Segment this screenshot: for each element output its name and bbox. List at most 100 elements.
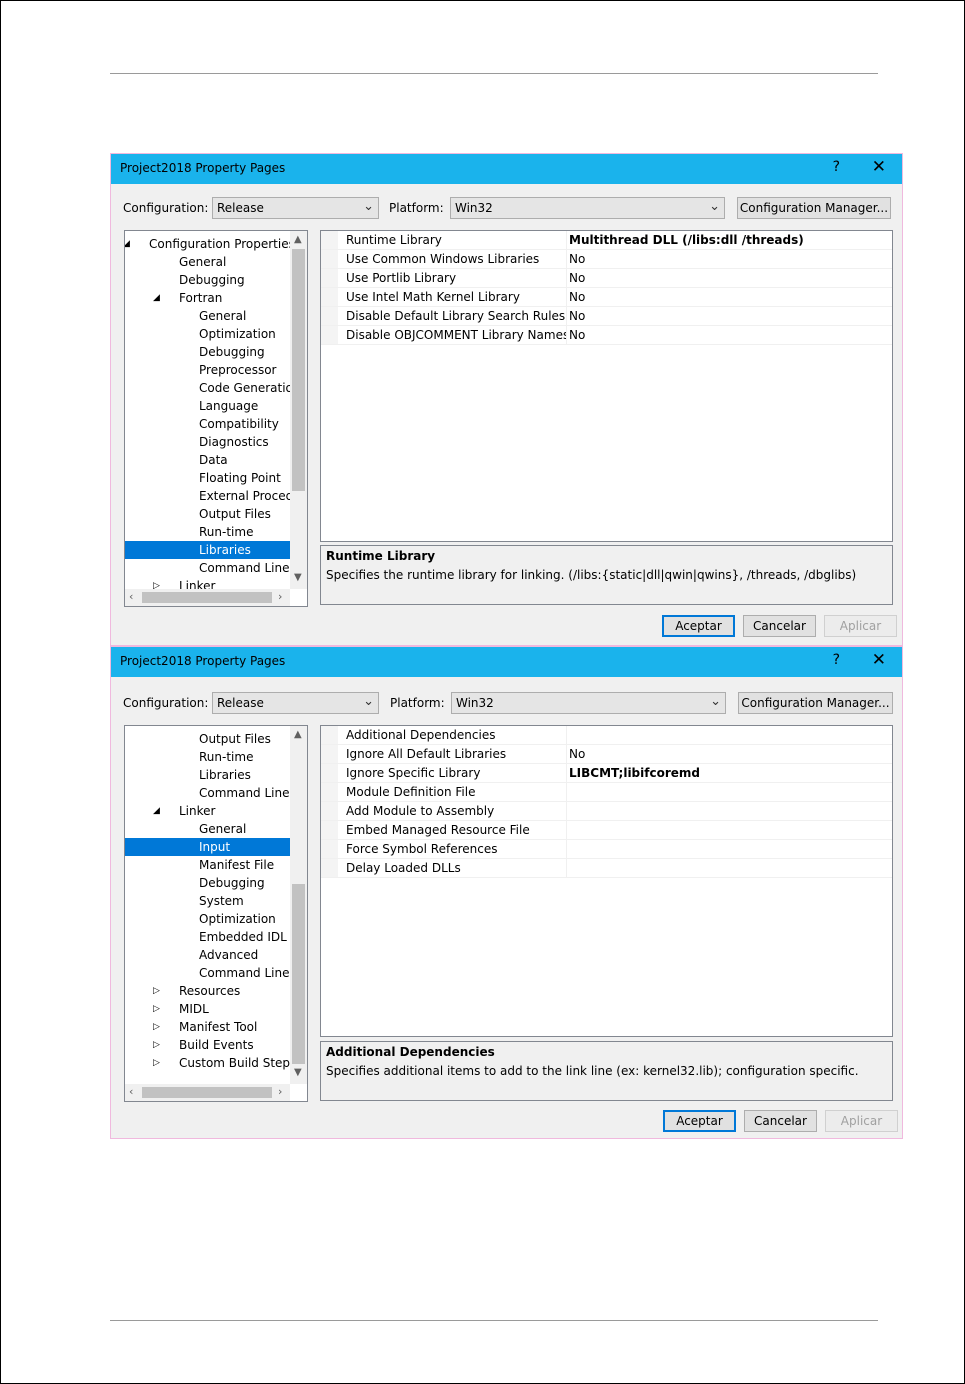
description-text: Specifies the runtime library for linkin… xyxy=(326,568,857,582)
footer-rule xyxy=(110,1320,878,1321)
tree-item-label: General xyxy=(199,822,247,836)
property-row[interactable]: Additional Dependencies xyxy=(321,726,892,745)
property-name: Module Definition File xyxy=(346,785,476,799)
property-name: Ignore Specific Library xyxy=(346,766,481,780)
property-row[interactable]: Use Intel Math Kernel Library No xyxy=(321,288,892,307)
property-row[interactable]: Module Definition File xyxy=(321,783,892,802)
close-icon[interactable]: ✕ xyxy=(872,650,886,670)
cancel-button[interactable]: Cancelar xyxy=(743,615,816,637)
configuration-select[interactable]: Release ⌄ xyxy=(212,692,379,714)
tree-item-label: Code Generation xyxy=(199,381,301,395)
vertical-scrollbar[interactable]: ▲ ▼ xyxy=(290,726,307,1084)
collapse-arrow-icon[interactable]: ◢ xyxy=(153,289,160,307)
category-tree[interactable]: Output Files Run-time Libraries Command Lin… xyxy=(124,725,308,1102)
scroll-down-icon[interactable]: ▼ xyxy=(294,572,302,583)
apply-button[interactable]: Aplicar xyxy=(824,615,897,637)
scroll-up-icon[interactable]: ▲ xyxy=(294,729,302,740)
scroll-up-icon[interactable]: ▲ xyxy=(294,234,302,245)
chevron-down-icon: ⌄ xyxy=(363,199,374,214)
row-gutter xyxy=(321,288,338,306)
scroll-left-icon[interactable]: ‹ xyxy=(129,590,133,603)
property-grid[interactable]: Runtime Library Multithread DLL (/libs:dl… xyxy=(320,230,893,542)
property-name: Use Portlib Library xyxy=(346,271,457,285)
horizontal-scrollbar[interactable]: ‹ › xyxy=(125,1084,290,1101)
property-row[interactable]: Ignore All Default Libraries No xyxy=(321,745,892,764)
property-row[interactable]: Runtime Library Multithread DLL (/libs:dl… xyxy=(321,231,892,250)
property-row[interactable]: Add Module to Assembly xyxy=(321,802,892,821)
column-divider xyxy=(566,307,567,325)
property-value[interactable]: No xyxy=(569,252,585,266)
property-row[interactable]: Ignore Specific Library LIBCMT;libifcorem… xyxy=(321,764,892,783)
dialog-title: Project2018 Property Pages xyxy=(120,161,286,175)
property-value[interactable]: No xyxy=(569,271,585,285)
expand-arrow-icon[interactable]: ▷ xyxy=(153,1018,160,1036)
row-gutter xyxy=(321,783,338,801)
chevron-down-icon: ⌄ xyxy=(709,199,720,214)
property-row[interactable]: Use Common Windows Libraries No xyxy=(321,250,892,269)
property-value[interactable]: Multithread DLL (/libs:dll /threads) xyxy=(569,233,804,247)
property-value[interactable]: LIBCMT;libifcoremd xyxy=(569,766,700,780)
horizontal-scrollbar[interactable]: ‹ › xyxy=(125,589,290,606)
category-tree[interactable]: ◢ Configuration Properties General Debuggin… xyxy=(124,230,308,607)
tree-item[interactable]: Libraries xyxy=(125,541,290,559)
property-row[interactable]: Disable OBJCOMMENT Library Names in Obje… xyxy=(321,326,892,345)
property-value[interactable]: No xyxy=(569,747,585,761)
scroll-down-icon[interactable]: ▼ xyxy=(294,1067,302,1078)
configuration-manager-button[interactable]: Configuration Manager... xyxy=(737,197,891,219)
property-value[interactable]: No xyxy=(569,290,585,304)
scroll-right-icon[interactable]: › xyxy=(278,1085,282,1098)
expand-arrow-icon[interactable]: ▷ xyxy=(153,982,160,1000)
property-row[interactable]: Embed Managed Resource File xyxy=(321,821,892,840)
help-icon[interactable]: ? xyxy=(833,159,840,175)
row-gutter xyxy=(321,802,338,820)
tree-item-label: Build Events xyxy=(179,1038,254,1052)
tree-item-label: Floating Point xyxy=(199,471,281,485)
property-value[interactable]: No xyxy=(569,309,585,323)
configuration-select[interactable]: Release ⌄ xyxy=(212,197,379,219)
close-icon[interactable]: ✕ xyxy=(872,157,886,177)
scroll-left-icon[interactable]: ‹ xyxy=(129,1085,133,1098)
tree-item-label: Debugging xyxy=(179,273,245,287)
scroll-thumb-horizontal[interactable] xyxy=(142,592,272,603)
configuration-value: Release xyxy=(217,696,264,710)
tree-item-label: Advanced xyxy=(199,948,259,962)
row-gutter xyxy=(321,250,338,268)
property-name: Disable Default Library Search Rules xyxy=(346,309,566,323)
description-title: Additional Dependencies xyxy=(326,1045,495,1059)
scroll-thumb-horizontal[interactable] xyxy=(142,1087,272,1098)
property-grid[interactable]: Additional Dependencies Ignore All Defaul… xyxy=(320,725,893,1037)
expand-arrow-icon[interactable]: ▷ xyxy=(153,1054,160,1072)
apply-button[interactable]: Aplicar xyxy=(825,1110,898,1132)
configuration-manager-button[interactable]: Configuration Manager... xyxy=(738,692,893,714)
tree-item-label: Embedded IDL xyxy=(199,930,287,944)
platform-select[interactable]: Win32 ⌄ xyxy=(450,197,725,219)
collapse-arrow-icon[interactable]: ◢ xyxy=(153,802,160,820)
scroll-right-icon[interactable]: › xyxy=(278,590,282,603)
vertical-scrollbar[interactable]: ▲ ▼ xyxy=(290,231,307,589)
tree-item-label: Custom Build Step xyxy=(179,1056,291,1070)
property-row[interactable]: Disable Default Library Search Rules No xyxy=(321,307,892,326)
collapse-arrow-icon[interactable]: ◢ xyxy=(125,235,130,253)
property-row[interactable]: Delay Loaded DLLs xyxy=(321,859,892,878)
dialog-title: Project2018 Property Pages xyxy=(120,654,286,668)
tree-item[interactable]: Input xyxy=(125,838,290,856)
tree-item-label: Output Files xyxy=(199,507,271,521)
expand-arrow-icon[interactable]: ▷ xyxy=(153,1000,160,1018)
ok-button[interactable]: Aceptar xyxy=(663,1110,736,1132)
cancel-button[interactable]: Cancelar xyxy=(744,1110,817,1132)
scroll-thumb[interactable] xyxy=(292,249,305,491)
tree-item-label: Debugging xyxy=(199,345,265,359)
property-value[interactable]: No xyxy=(569,328,585,342)
expand-arrow-icon[interactable]: ▷ xyxy=(153,1036,160,1054)
tree-item-label: Configuration Properties xyxy=(149,237,295,251)
property-row[interactable]: Force Symbol References xyxy=(321,840,892,859)
scroll-thumb[interactable] xyxy=(292,884,305,1064)
property-name: Delay Loaded DLLs xyxy=(346,861,461,875)
description-text: Specifies additional items to add to the… xyxy=(326,1064,859,1078)
platform-select[interactable]: Win32 ⌄ xyxy=(451,692,726,714)
help-icon[interactable]: ? xyxy=(833,652,840,668)
property-row[interactable]: Use Portlib Library No xyxy=(321,269,892,288)
column-divider xyxy=(566,726,567,744)
ok-button[interactable]: Aceptar xyxy=(662,615,735,637)
tree-item-label: Optimization xyxy=(199,327,276,341)
